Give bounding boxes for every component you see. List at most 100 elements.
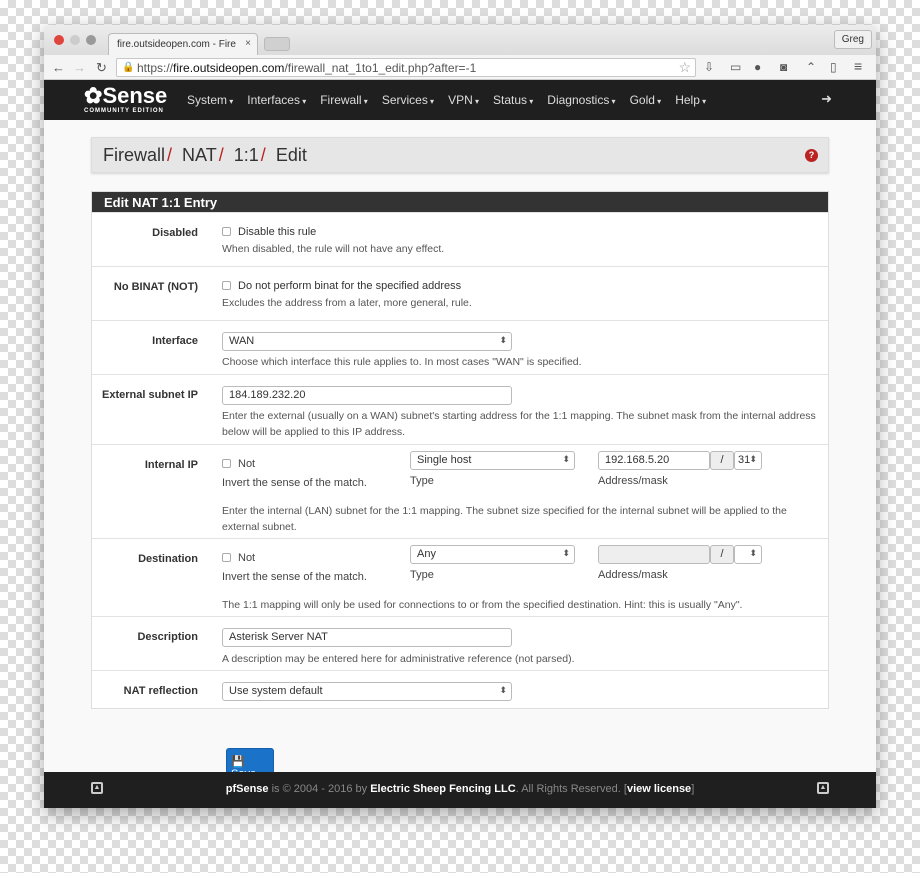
type-label: Type	[410, 475, 434, 487]
slash-addon: /	[710, 451, 734, 470]
help-text: Enter the internal (LAN) subnet for the …	[222, 505, 787, 533]
nat-reflection-select[interactable]: Use system default	[222, 682, 512, 701]
destination-address-input[interactable]	[598, 545, 710, 564]
address-label: Address/mask	[598, 475, 668, 487]
save-button[interactable]: 💾 Save	[226, 748, 274, 780]
label: External subnet IP	[102, 389, 198, 401]
minimize-window-button[interactable]	[70, 35, 80, 45]
label: No BINAT (NOT)	[113, 281, 198, 293]
description-input[interactable]: Asterisk Server NAT	[222, 628, 512, 647]
extension-shield-icon[interactable]: ◙	[780, 60, 787, 74]
menu-gold[interactable]: Gold	[630, 93, 662, 107]
footer-text: . All Rights Reserved. [	[515, 783, 627, 795]
checkbox-label: Do not perform binat for the specified a…	[238, 280, 462, 292]
label: Interface	[152, 335, 198, 347]
menu-icon[interactable]: ≡	[854, 58, 862, 74]
tab-title: fire.outsideopen.com - Fire	[117, 39, 236, 50]
main-menu: System Interfaces Firewall Services VPN …	[187, 93, 706, 107]
extension-icon[interactable]: ⇩	[704, 60, 714, 74]
bookmark-star-icon[interactable]: ☆	[678, 59, 691, 76]
help-icon[interactable]: ?	[805, 149, 818, 162]
address-label: Address/mask	[598, 569, 668, 581]
not-help: Invert the sense of the match.	[222, 571, 367, 583]
help-text: The 1:1 mapping will only be used for co…	[222, 599, 743, 611]
extension-plug-icon[interactable]: ▯	[830, 60, 837, 74]
reload-icon[interactable]: ↻	[96, 60, 107, 76]
destination-mask-select[interactable]	[734, 545, 762, 564]
row-interface: Interface WAN Choose which interface thi…	[92, 320, 828, 374]
checkbox-label: Disable this rule	[238, 226, 317, 238]
menu-interfaces[interactable]: Interfaces	[247, 93, 306, 107]
panel-title: Edit NAT 1:1 Entry	[92, 192, 828, 212]
help-text: Excludes the address from a later, more …	[222, 297, 472, 309]
back-icon[interactable]: ←	[52, 60, 65, 75]
label: NAT reflection	[123, 685, 198, 697]
crumb-1to1[interactable]: 1:1	[234, 145, 259, 165]
menu-firewall[interactable]: Firewall	[320, 93, 368, 107]
close-window-button[interactable]	[54, 35, 64, 45]
url-path: /firewall_nat_1to1_edit.php?after=-1	[284, 61, 477, 75]
menu-system[interactable]: System	[187, 93, 233, 107]
lock-icon: 🔒	[122, 62, 135, 73]
crumb-edit: Edit	[275, 145, 307, 165]
external-ip-input[interactable]: 184.189.232.20	[222, 386, 512, 405]
browser-tab[interactable]: fire.outsideopen.com - Fire ×	[108, 33, 258, 55]
internal-type-select[interactable]: Single host	[410, 451, 575, 470]
navbar: ✿SenseCOMMUNITY EDITION System Interface…	[44, 80, 876, 120]
type-label: Type	[410, 569, 434, 581]
page-content: Firewall / NAT/ 1:1/ Edit ? Edit NAT 1:1 …	[44, 120, 876, 780]
new-tab-button[interactable]	[264, 37, 290, 51]
pfsense-logo[interactable]: ✿Sense COMMUNITY EDITION	[84, 85, 167, 115]
row-disabled: Disabled Disable this rule When disabled…	[92, 212, 828, 266]
url-input[interactable]: 🔒 https://fire.outsideopen.com/firewall_n…	[116, 58, 696, 77]
help-text: When disabled, the rule will not have an…	[222, 243, 445, 255]
browser-window: fire.outsideopen.com - Fire × Greg ← → ↻ …	[44, 25, 876, 808]
internal-not-checkbox[interactable]	[222, 459, 231, 468]
nobinat-checkbox[interactable]	[222, 281, 231, 290]
logout-icon[interactable]: ➜	[821, 91, 832, 107]
cast-icon[interactable]: ▭	[730, 60, 741, 74]
crumb-firewall[interactable]: Firewall	[103, 145, 165, 165]
footer-company-link[interactable]: Electric Sheep Fencing LLC	[370, 783, 515, 795]
label: Disabled	[152, 227, 198, 239]
profile-button[interactable]: Greg	[833, 30, 872, 49]
scroll-top-icon[interactable]: ▲	[817, 782, 829, 794]
not-label: Not	[238, 552, 256, 564]
label: Internal IP	[144, 459, 198, 471]
url-host: fire.outsideopen.com	[173, 61, 285, 75]
label: Description	[137, 631, 198, 643]
tab-bar: fire.outsideopen.com - Fire × Greg	[44, 25, 876, 55]
view-license-link[interactable]: view license	[627, 783, 691, 795]
menu-status[interactable]: Status	[493, 93, 533, 107]
maximize-window-button[interactable]	[86, 35, 96, 45]
row-nat-reflection: NAT reflection Use system default	[92, 670, 828, 708]
scroll-top-icon[interactable]: ▲	[91, 782, 103, 794]
help-text: A description may be entered here for ad…	[222, 653, 575, 665]
disabled-checkbox[interactable]	[222, 227, 231, 236]
save-icon: 💾	[231, 756, 245, 768]
forward-icon[interactable]: →	[73, 60, 86, 75]
footer-text: is © 2004 - 2016 by	[268, 783, 371, 795]
menu-services[interactable]: Services	[382, 93, 434, 107]
help-text: Choose which interface this rule applies…	[222, 356, 582, 368]
internal-mask-select[interactable]: 31	[734, 451, 762, 470]
url-scheme: https://	[137, 61, 174, 75]
footer: ▲ pfSense is © 2004 - 2016 by Electric S…	[44, 772, 876, 808]
menu-help[interactable]: Help	[675, 93, 706, 107]
slash-addon: /	[710, 545, 734, 564]
crumb-nat[interactable]: NAT	[182, 145, 217, 165]
breadcrumb: Firewall / NAT/ 1:1/ Edit ?	[91, 137, 829, 173]
address-bar: ← → ↻ 🔒 https://fire.outsideopen.com/fire…	[44, 55, 876, 80]
interface-select[interactable]: WAN	[222, 332, 512, 351]
extension-avatar-icon[interactable]: ●	[754, 60, 761, 74]
not-help: Invert the sense of the match.	[222, 477, 367, 489]
menu-vpn[interactable]: VPN	[448, 93, 479, 107]
menu-diagnostics[interactable]: Diagnostics	[547, 93, 615, 107]
extension-arrow-icon[interactable]: ⌃	[806, 60, 816, 74]
internal-address-input[interactable]: 192.168.5.20	[598, 451, 710, 470]
destination-type-select[interactable]: Any	[410, 545, 575, 564]
close-tab-icon[interactable]: ×	[245, 38, 251, 49]
footer-brand: pfSense	[225, 783, 269, 795]
destination-not-checkbox[interactable]	[222, 553, 231, 562]
label: Destination	[138, 553, 198, 565]
